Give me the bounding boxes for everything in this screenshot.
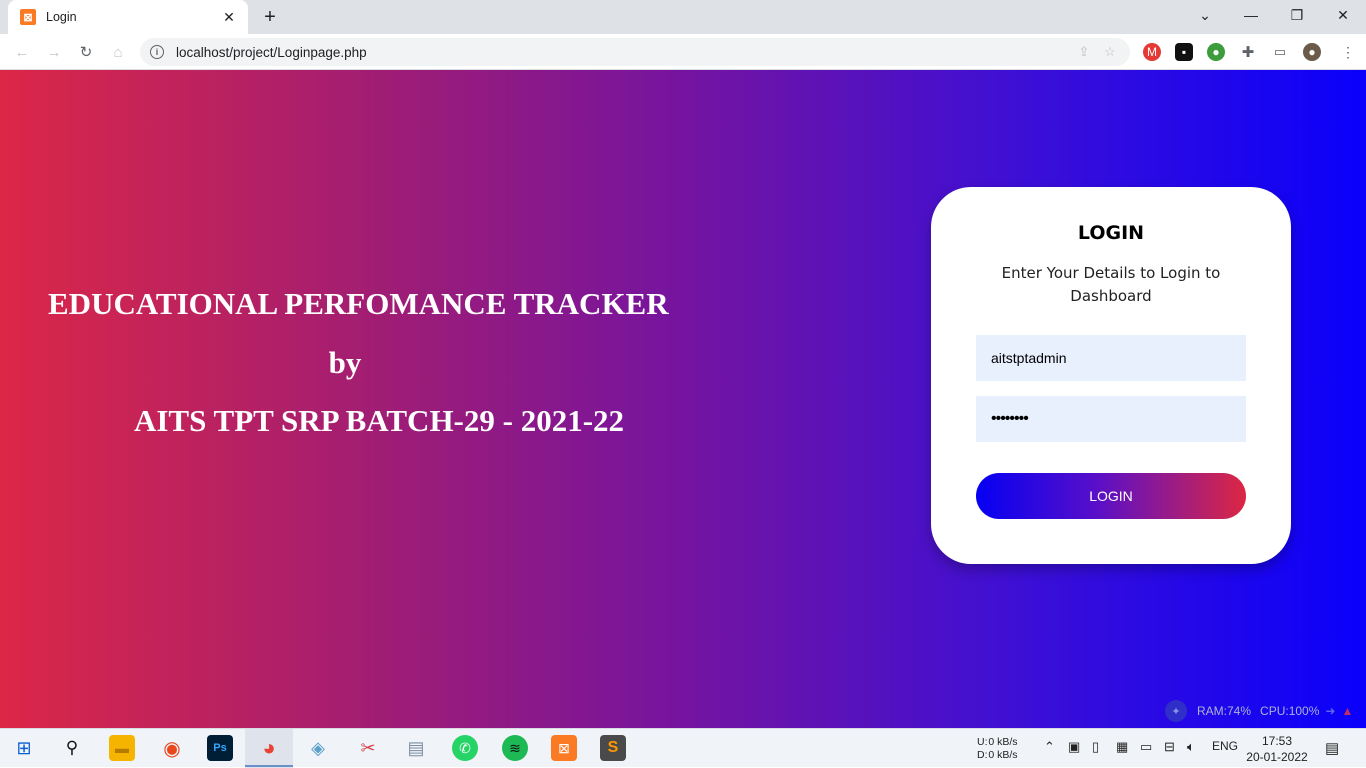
restore-button[interactable]: ❐ [1274,0,1320,30]
home-button[interactable]: ⌂ [106,40,130,64]
alert-icon[interactable]: ▲ [1341,704,1353,718]
share-icon[interactable]: ⇪ [1074,44,1094,60]
cpu-usage: CPU:100% [1260,704,1320,718]
browser-toolbar: ← → ↻ ⌂ i localhost/project/Loginpage.ph… [0,34,1366,70]
globe-extension-icon[interactable]: ● [1207,43,1225,61]
hero-by: by [328,344,362,380]
extension-icon[interactable]: ▪ [1175,43,1193,61]
net-down-label: D: [977,749,988,761]
profile-avatar[interactable]: ● [1303,43,1321,61]
network-icon[interactable]: ⊟ [1164,739,1175,755]
chrome-icon[interactable]: ◕ [256,735,282,761]
clock-time: 17:53 [1261,734,1293,748]
net-down-value: 0 kB/s [988,749,1018,761]
pin-icon[interactable]: ✦ [1165,700,1187,722]
notifications-icon[interactable]: ▤ [1325,739,1339,757]
snipping-tool-icon[interactable]: ✂ [355,735,381,761]
search-icon[interactable]: ⚲ [59,735,85,761]
login-card: LOGIN Enter Your Details to Login to Das… [931,187,1291,564]
browser-tab-strip: ⊠ Login ✕ + ⌄ — ❐ ✕ [0,0,1366,34]
login-page: EDUCATIONAL PERFOMANCE TRACKER by AITS T… [0,70,1366,728]
minimize-button[interactable]: — [1228,0,1274,30]
volume-icon[interactable]: 🔈︎ [1187,739,1195,755]
ram-usage: RAM:74% [1197,704,1252,718]
address-bar[interactable]: i localhost/project/Loginpage.php ⇪ ☆ [140,38,1130,66]
tab-title: Login [46,10,77,24]
close-tab-icon[interactable]: ✕ [220,9,238,26]
browser-tab[interactable]: ⊠ Login ✕ [8,0,248,34]
clock-date: 20-01-2022 [1246,750,1308,764]
url-text[interactable]: localhost/project/Loginpage.php [176,45,1068,60]
clock[interactable]: 17:53 20-01-2022 [1245,733,1309,765]
site-info-icon[interactable]: i [150,45,164,59]
battery-icon[interactable]: ▯ [1092,739,1099,755]
puzzle-extensions-icon[interactable]: ✚ [1239,43,1257,61]
reload-button[interactable]: ↻ [74,40,98,64]
login-button[interactable]: LOGIN [976,473,1246,519]
login-subtitle: Enter Your Details to Login to Dashboard [1001,264,1221,305]
tray-app-icon[interactable]: ▣ [1068,739,1080,755]
network-speed: U:0 kB/s D:0 kB/s [977,736,1018,762]
spotify-icon[interactable]: ≋ [502,735,528,761]
arrow-icon[interactable]: ➜ [1325,704,1335,718]
mega-extension-icon[interactable]: M [1143,43,1161,61]
notes-app-icon[interactable]: ◈ [305,735,331,761]
photoshop-icon[interactable]: Ps [207,735,233,761]
hero-batch: AITS TPT SRP BATCH-29 - 2021-22 [133,403,625,438]
windows-start-icon[interactable]: ⊞ [11,735,37,761]
system-monitor-widget: ✦ RAM:74% CPU:100% ➜ ▲ [1165,700,1353,722]
new-tab-button[interactable]: + [256,4,284,30]
net-up-value: 0 kB/s [988,736,1018,748]
whatsapp-icon[interactable]: ✆ [452,735,478,761]
sublime-text-icon[interactable]: S [600,735,626,761]
windows-taskbar: ⊞ ⚲ ▬ ◉ Ps ◕ ◈ ✂ ▤ ✆ ≋ ⊠ S U:0 kB/s D:0 … [0,728,1366,768]
cast-icon[interactable]: ▭ [1271,43,1289,61]
close-window-button[interactable]: ✕ [1320,0,1366,30]
forward-button[interactable]: → [42,40,66,64]
login-title: LOGIN [1077,222,1145,244]
bookmark-star-icon[interactable]: ☆ [1100,44,1120,60]
language-indicator[interactable]: ENG [1212,739,1238,753]
password-field[interactable]: •••••••• [976,396,1246,442]
tab-search-chevron-icon[interactable]: ⌄ [1182,0,1228,30]
xampp-icon[interactable]: ⊠ [551,735,577,761]
image-viewer-icon[interactable]: ▤ [403,735,429,761]
back-button[interactable]: ← [10,40,34,64]
xampp-icon: ⊠ [20,9,36,25]
net-up-label: U: [977,736,988,748]
more-menu-icon[interactable]: ⋮ [1339,43,1357,61]
recorder-icon[interactable]: ◉ [159,735,185,761]
file-explorer-icon[interactable]: ▬ [109,735,135,761]
monitor-tray-icon[interactable]: ▦ [1116,739,1128,755]
tray-chevron-icon[interactable]: ⌃ [1044,739,1055,755]
hero-heading: EDUCATIONAL PERFOMANCE TRACKER by AITS T… [0,275,690,451]
hero-title: EDUCATIONAL PERFOMANCE TRACKER [48,286,669,321]
device-tray-icon[interactable]: ▭ [1140,739,1152,755]
username-field[interactable]: aitstptadmin [976,335,1246,381]
